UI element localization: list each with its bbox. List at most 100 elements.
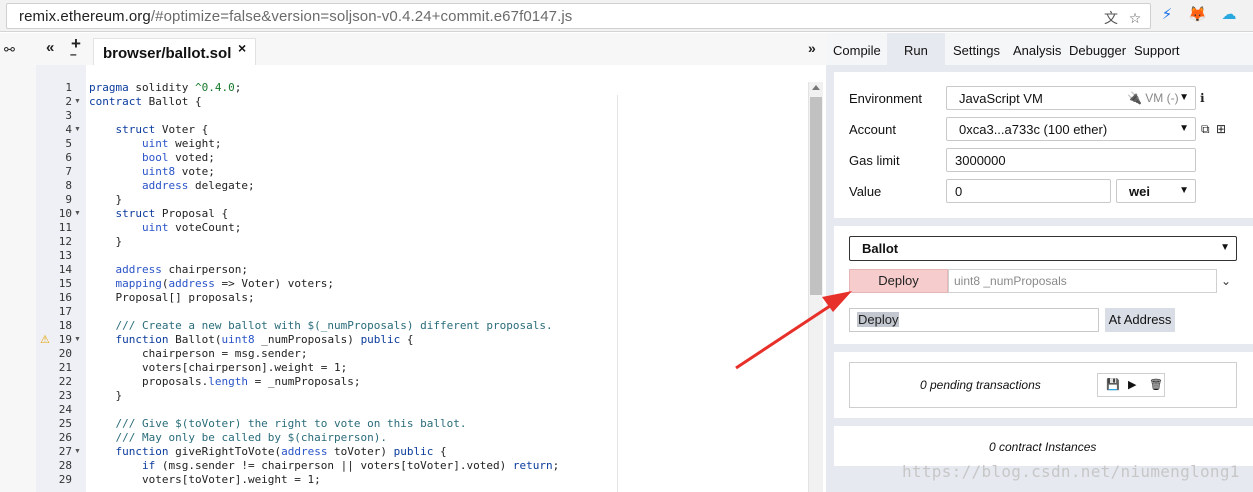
code-line: Proposal[] proposals;	[89, 291, 255, 304]
code-line: /// Create a new ballot with $(_numPropo…	[89, 319, 553, 332]
code-line: struct Voter {	[115, 123, 209, 136]
code-line: contract Ballot {	[89, 95, 202, 108]
code-line: }	[89, 235, 123, 248]
contract-select-value: Ballot	[862, 241, 899, 256]
fold-arrow-icon[interactable]: ▼	[74, 333, 81, 347]
lightning-extension-icon[interactable]: ⚡	[1158, 6, 1176, 24]
fold-arrow-icon[interactable]: ▼	[74, 445, 81, 459]
gas-limit-label: Gas limit	[849, 153, 900, 168]
line-number: 7	[65, 165, 72, 178]
code-line: /// May only be called by $(chairperson)…	[89, 431, 388, 444]
deploy-button[interactable]: Deploy	[849, 269, 948, 293]
line-number: 20	[58, 347, 72, 360]
line-number: 5	[65, 137, 72, 150]
deploy-args-placeholder: uint8 _numProposals	[954, 274, 1067, 288]
line-number: 9	[65, 193, 72, 206]
bookmark-star-icon[interactable]: ☆	[1127, 10, 1143, 26]
print-margin-line	[617, 95, 618, 492]
editor-scrollbar-thumb[interactable]	[810, 97, 822, 295]
plug-icon: 🔌	[1127, 91, 1142, 105]
line-number: 15	[58, 277, 72, 290]
vm-badge-text: VM (-)	[1145, 91, 1179, 105]
pending-transactions-text: 0 pending transactions	[920, 378, 1041, 392]
value-label: Value	[849, 184, 882, 199]
contract-select[interactable]: Ballot ▼	[849, 236, 1237, 261]
environment-label: Environment	[849, 91, 922, 106]
code-line: uint weight;	[141, 137, 222, 150]
line-number: 17	[58, 305, 72, 318]
code-line: chairperson = msg.sender;	[89, 347, 308, 360]
code-line: proposals.length = _numProposals;	[89, 375, 361, 388]
fold-arrow-icon[interactable]: ▼	[74, 95, 81, 109]
watermark: https://blog.csdn.net/niumenglong1	[902, 462, 1240, 481]
value-unit-select[interactable]: wei ▼	[1116, 179, 1196, 203]
tab-run[interactable]: Run	[904, 43, 928, 58]
scroll-up-arrow-icon[interactable]	[812, 85, 820, 90]
copy-icon[interactable]: ⧉	[1201, 122, 1210, 136]
code-line: /// Give $(toVoter) the right to vote on…	[89, 417, 467, 430]
play-icon[interactable]: ▶	[1128, 378, 1136, 392]
expand-args-chevron-icon[interactable]: ⌄	[1221, 274, 1231, 288]
link-icon[interactable]: ⚯	[4, 42, 15, 58]
code-line: address delegate;	[141, 179, 255, 192]
tab-analysis[interactable]: Analysis	[1013, 43, 1061, 58]
trash-icon[interactable]: 🗑	[1149, 378, 1163, 392]
line-number: 27	[58, 445, 72, 458]
code-line: }	[89, 193, 123, 206]
chevron-down-icon: ▼	[1179, 123, 1189, 134]
fold-arrow-icon[interactable]: ▼	[74, 207, 81, 221]
at-address-button[interactable]: At Address	[1105, 308, 1175, 332]
line-number: 4	[65, 123, 72, 136]
warning-icon[interactable]: ⚠	[40, 333, 50, 347]
chevron-down-icon: ▼	[1220, 242, 1230, 253]
close-tab-icon[interactable]: ×	[238, 40, 246, 56]
collapse-left-icon[interactable]: «	[46, 40, 54, 56]
value-value: 0	[955, 184, 963, 199]
info-icon[interactable]: ℹ	[1200, 91, 1205, 105]
account-value: 0xca3...a733c (100 ether)	[959, 122, 1108, 137]
tab-settings[interactable]: Settings	[953, 43, 1000, 58]
code-line: bool voted;	[141, 151, 215, 164]
tab-compile[interactable]: Compile	[833, 43, 881, 58]
code-line: uint8 vote;	[141, 165, 215, 178]
remix-ide-window: remix.ethereum.org/#optimize=false&versi…	[0, 0, 1253, 492]
line-number: 28	[58, 459, 72, 472]
value-input[interactable]: 0	[946, 179, 1111, 203]
save-icon[interactable]: 💾	[1106, 378, 1120, 392]
tab-debugger[interactable]: Debugger	[1069, 43, 1126, 58]
code-line: pragma solidity ^0.4.0;	[89, 81, 242, 94]
url-host: remix.ethereum.org	[19, 8, 151, 25]
line-number: 16	[58, 291, 72, 304]
code-line: voters[chairperson].weight = 1;	[89, 361, 348, 374]
line-number: 11	[58, 221, 72, 234]
line-number: 13	[58, 249, 72, 262]
code-line: function Ballot(uint8 _numProposals) pub…	[115, 333, 414, 346]
file-tab-label: browser/ballot.sol	[103, 45, 232, 62]
code-line: }	[89, 389, 123, 402]
gas-limit-input[interactable]: 3000000	[946, 148, 1196, 172]
cloud-sync-icon[interactable]: ☁	[1220, 6, 1238, 24]
metamask-fox-icon[interactable]: 🦊	[1188, 6, 1207, 24]
gas-limit-value: 3000000	[955, 153, 1006, 168]
expand-right-icon[interactable]: »	[808, 40, 816, 56]
line-number: 26	[58, 431, 72, 444]
line-number: 3	[65, 109, 72, 122]
url-path: /#optimize=false&version=soljson-v0.4.24…	[150, 8, 573, 25]
file-tab-ballot[interactable]: browser/ballot.sol ×	[93, 38, 256, 66]
deploy-args-input[interactable]: uint8 _numProposals	[948, 269, 1217, 293]
add-account-icon[interactable]: ⊞	[1216, 122, 1226, 136]
line-number: 23	[58, 389, 72, 402]
address-bar[interactable]: remix.ethereum.org/#optimize=false&versi…	[6, 3, 1151, 29]
environment-value: JavaScript VM	[959, 91, 1043, 106]
code-line: voters[toVoter].weight = 1;	[89, 473, 321, 486]
tab-menu-minus-icon[interactable]: –	[70, 46, 77, 62]
line-number: 22	[58, 375, 72, 388]
tab-support[interactable]: Support	[1134, 43, 1180, 58]
translate-icon[interactable]: 文	[1103, 10, 1119, 26]
at-address-input[interactable]: Deploy	[849, 308, 1099, 332]
chevron-down-icon: ▼	[1179, 92, 1189, 103]
account-select[interactable]: 0xca3...a733c (100 ether) ▼	[946, 117, 1196, 141]
browser-url-bar: remix.ethereum.org/#optimize=false&versi…	[0, 0, 1253, 32]
editor-left-strip	[0, 65, 36, 492]
fold-arrow-icon[interactable]: ▼	[74, 123, 81, 137]
